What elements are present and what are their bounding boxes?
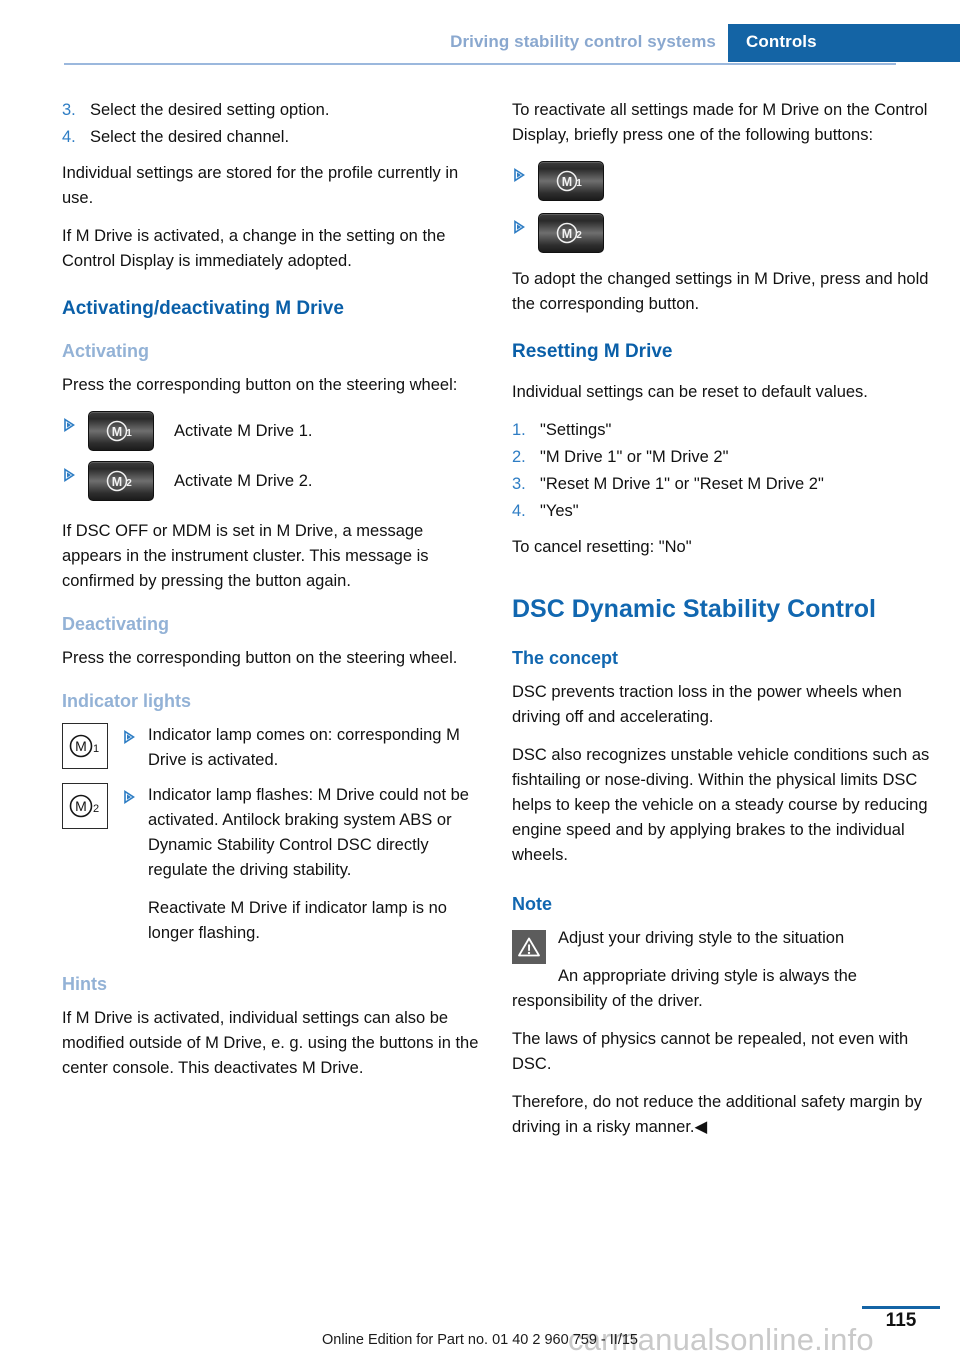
indicator-lamp-item-1: M 1 Indicator lamp comes on: correspondi… [62, 723, 487, 773]
paragraph-concept-1: DSC prevents traction loss in the power … [512, 683, 902, 726]
m-drive-2-lamp-icon: M 2 [62, 783, 108, 829]
m-drive-2-button-icon[interactable]: M 2 [538, 213, 604, 253]
step-text: "Settings" [540, 421, 612, 439]
svg-text:2: 2 [93, 803, 99, 815]
svg-text:M: M [112, 425, 122, 439]
bullet-activate-m-drive-2: M 2 Activate M Drive 2. [62, 461, 487, 501]
page-number-rule [862, 1306, 940, 1309]
m-drive-2-row: M 2 Activate M Drive 2. [88, 461, 312, 501]
list-item: 4. Select the desired channel. [62, 125, 487, 150]
step-text: Select the desired channel. [90, 128, 290, 146]
step-number: 1. [512, 421, 526, 439]
step-text: "Reset M Drive 1" or "Reset M Drive 2" [540, 475, 824, 493]
header-section-label: Controls [746, 32, 817, 51]
triangle-bullet-icon [122, 783, 148, 804]
heading-activating: Activating [62, 341, 150, 361]
heading-indicator-lights: Indicator lights [62, 691, 192, 711]
paragraph-reactivate-settings: To reactivate all settings made for M Dr… [512, 101, 928, 144]
list-item: 3. "Reset M Drive 1" or "Reset M Drive 2… [512, 472, 937, 497]
header-section-banner: Controls [728, 24, 960, 62]
step-text: "Yes" [540, 502, 579, 520]
reset-steps-list: 1. "Settings" 2. "M Drive 1" or "M Drive… [512, 418, 937, 524]
heading-activating-deactivating-m-drive: Activating/deactivating M Drive [62, 298, 344, 319]
paragraph-immediate-adopt: If M Drive is activated, a change in the… [62, 227, 446, 270]
indicator-lamp-text-1: Indicator lamp comes on: corresponding M… [148, 726, 460, 769]
svg-text:M: M [562, 175, 572, 189]
heading-the-concept: The concept [512, 648, 619, 668]
paragraph-profile-storage: Individual settings are stored for the p… [62, 164, 459, 207]
bullet-reactivate-m-drive-2: M 2 [512, 213, 937, 253]
heading-dsc-dynamic-stability-control: DSC Dynamic Stability Control [512, 595, 876, 623]
indicator-lamp-text-2: Indicator lamp flashes: M Drive could no… [148, 786, 469, 879]
m-drive-2-label: Activate M Drive 2. [174, 471, 313, 490]
left-column: 3. Select the desired setting option. 4.… [62, 98, 487, 1094]
triangle-bullet-icon [62, 411, 88, 432]
step-text: "M Drive 1" or "M Drive 2" [540, 448, 729, 466]
svg-text:2: 2 [126, 478, 132, 489]
list-item: 1. "Settings" [512, 418, 937, 443]
footer-edition-text: Online Edition for Part no. 01 40 2 960 … [322, 1332, 638, 1348]
step-number: 2. [512, 448, 526, 466]
heading-note: Note [512, 894, 552, 914]
paragraph-reset-default: Individual settings can be reset to defa… [512, 383, 868, 401]
triangle-bullet-icon [122, 723, 148, 744]
svg-text:1: 1 [576, 178, 582, 189]
triangle-bullet-icon [512, 161, 538, 182]
svg-text:2: 2 [576, 230, 582, 241]
m-drive-2-button-icon[interactable]: M 2 [88, 461, 154, 501]
note-paragraph-1: An appropriate driving style is always t… [512, 967, 857, 1010]
page-header: Driving stability control systems Contro… [0, 0, 960, 65]
warning-note-block: Adjust your driving style to the situati… [512, 926, 937, 1140]
step-number: 3. [512, 475, 526, 493]
svg-text:M: M [562, 227, 572, 241]
note-paragraph-3: Therefore, do not reduce the additional … [512, 1093, 922, 1136]
step-text: Select the desired setting option. [90, 101, 330, 119]
bullet-reactivate-m-drive-1: M 1 [512, 161, 937, 201]
m-drive-1-row: M 1 Activate M Drive 1. [88, 411, 312, 451]
paragraph-press-steering-wheel-2: Press the corresponding button on the st… [62, 649, 458, 667]
svg-text:1: 1 [126, 428, 132, 439]
header-chapter-title: Driving stability control systems [450, 32, 716, 51]
list-item: 2. "M Drive 1" or "M Drive 2" [512, 445, 937, 470]
paragraph-dsc-off-message: If DSC OFF or MDM is set in M Drive, a m… [62, 522, 429, 590]
m-drive-1-label: Activate M Drive 1. [174, 421, 313, 440]
svg-text:M: M [112, 475, 122, 489]
paragraph-adopt-settings: To adopt the changed settings in M Drive… [512, 270, 929, 313]
triangle-bullet-icon [62, 461, 88, 482]
list-item: 4. "Yes" [512, 499, 937, 524]
step-number: 4. [512, 502, 526, 520]
page-number: 115 [885, 1310, 917, 1331]
right-column: To reactivate all settings made for M Dr… [512, 98, 937, 1153]
paragraph-concept-2: DSC also recognizes unstable vehicle con… [512, 746, 930, 864]
indicator-lamp-item-2: M 2 Indicator lamp flashes: M Drive coul… [62, 783, 487, 946]
svg-text:M: M [75, 738, 87, 754]
triangle-bullet-icon [512, 213, 538, 234]
m-drive-1-button-icon[interactable]: M 1 [538, 161, 604, 201]
paragraph-press-steering-wheel: Press the corresponding button on the st… [62, 376, 458, 394]
step-number: 3. [62, 101, 76, 119]
svg-text:M: M [75, 798, 87, 814]
heading-hints: Hints [62, 974, 107, 994]
bullet-activate-m-drive-1: M 1 Activate M Drive 1. [62, 411, 487, 451]
paragraph-hints: If M Drive is activated, individual sett… [62, 1009, 479, 1077]
header-divider [64, 63, 896, 65]
paragraph-cancel-resetting: To cancel resetting: "No" [512, 538, 692, 556]
warning-triangle-icon [512, 930, 546, 964]
m-drive-1-lamp-icon: M 1 [62, 723, 108, 769]
list-item: 3. Select the desired setting option. [62, 98, 487, 123]
m-drive-1-button-icon[interactable]: M 1 [88, 411, 154, 451]
note-title: Adjust your driving style to the situati… [558, 929, 845, 947]
note-paragraph-2: The laws of physics cannot be repealed, … [512, 1030, 909, 1073]
step-number: 4. [62, 128, 76, 146]
setting-steps-list: 3. Select the desired setting option. 4.… [62, 98, 487, 150]
heading-resetting-m-drive: Resetting M Drive [512, 341, 673, 362]
indicator-lamp-extra-2: Reactivate M Drive if indicator lamp is … [148, 899, 447, 942]
svg-text:1: 1 [93, 743, 99, 755]
heading-deactivating: Deactivating [62, 614, 170, 634]
